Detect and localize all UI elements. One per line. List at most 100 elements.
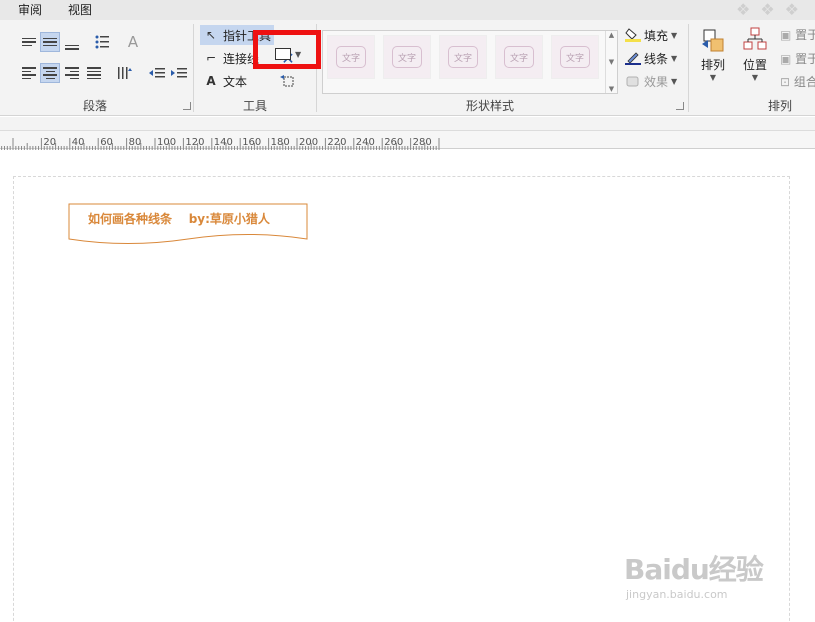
connector-icon: ⌐ (205, 51, 217, 65)
group-divider (688, 24, 689, 112)
position-label: 位置 (742, 58, 767, 72)
watermark-url: jingyan.baidu.com (626, 588, 728, 601)
style-swatch[interactable]: 文字 (439, 35, 487, 79)
bring-forward-button[interactable]: ▣ 置于 (780, 26, 815, 43)
scroll-up-icon[interactable]: ▲ (609, 31, 614, 39)
font-size-icon[interactable]: A (123, 32, 143, 52)
shape-styles-group-label: 形状样式 (465, 99, 514, 113)
watermark-logo: Baidu经验 (624, 553, 764, 586)
line-label: 线条 (644, 51, 669, 66)
paragraph-launcher-icon[interactable] (183, 102, 191, 110)
baidu-watermark: Baidu经验 jingyan.baidu.com (624, 548, 764, 601)
fill-label: 填充 (644, 28, 669, 43)
shape-style-gallery: 文字 文字 文字 文字 文字 ▲ ▼ ▼ (322, 30, 618, 94)
ruler-label: 80 (129, 137, 142, 148)
style-swatch[interactable]: 文字 (383, 35, 431, 79)
position-button[interactable]: 位置 ▼ (737, 26, 773, 82)
send-backward-button[interactable]: ▣ 置于 (780, 50, 815, 67)
effects-button[interactable]: 效果 ▼ (625, 71, 677, 91)
connection-point-icon (280, 75, 294, 87)
paragraph-group-label: 段落 (82, 99, 107, 113)
arrange-icon (699, 26, 727, 56)
align-middle-button[interactable] (40, 32, 60, 52)
group-divider (193, 24, 194, 112)
tab-view[interactable]: 视图 (68, 1, 92, 18)
arrange-group-label: 排列 (767, 99, 792, 113)
align-center-icon (43, 67, 57, 79)
connector-tool-button[interactable]: ⌐ 连接线 (200, 48, 259, 68)
highlight-frame (253, 30, 321, 69)
bullet-list-icon (95, 35, 109, 49)
line-button[interactable]: 线条 ▼ (625, 48, 677, 68)
align-bottom-icon (65, 44, 79, 50)
ribbon-tab-strip: 审阅 视图 ❖❖❖ (0, 0, 815, 20)
ruler-label: 280 (413, 137, 432, 148)
connection-point-button[interactable] (278, 71, 298, 91)
ribbon-bottom-spacer (0, 117, 815, 130)
group-button[interactable]: ⊡ 组合 (780, 73, 815, 90)
justify-icon (87, 67, 101, 79)
gallery-scrollbar[interactable]: ▲ ▼ ▼ (605, 31, 617, 93)
increase-indent-icon (171, 68, 187, 78)
ruler-label: 160 (242, 137, 261, 148)
align-right-button[interactable] (62, 63, 82, 83)
tab-review[interactable]: 审阅 (18, 1, 42, 18)
ruler-label: 180 (271, 137, 290, 148)
justify-button[interactable] (84, 63, 104, 83)
align-left-button[interactable] (19, 63, 39, 83)
align-top-button[interactable] (19, 32, 39, 52)
effects-icon (625, 74, 641, 88)
tools-group-label: 工具 (242, 99, 267, 113)
style-swatch[interactable]: 文字 (327, 35, 375, 79)
horizontal-ruler: 20 40 60 80 100 120 140 160 180 200 220 240 260 280 (0, 130, 815, 150)
text-direction-button[interactable] (115, 63, 135, 83)
ruler-label: 220 (327, 137, 346, 148)
ruler-label: 40 (72, 137, 85, 148)
align-left-icon (22, 67, 36, 79)
bring-forward-icon: ▣ (780, 28, 792, 42)
ruler-label: 260 (384, 137, 403, 148)
ruler-label: 120 (185, 137, 204, 148)
chevron-down-icon: ▼ (671, 76, 678, 86)
position-icon (741, 26, 769, 56)
align-center-button[interactable] (40, 63, 60, 83)
chevron-down-icon: ▼ (671, 53, 678, 63)
chevron-down-icon: ▼ (751, 73, 759, 82)
ruler-ticks: 20 40 60 80 100 120 140 160 180 200 220 240 260 280 (1, 137, 440, 150)
text-tool-button[interactable]: A 文本 (200, 71, 247, 91)
pen-icon (625, 51, 641, 65)
decorative-pattern: ❖❖❖ (735, 0, 809, 19)
arrange-label: 排列 (700, 58, 725, 72)
fill-button[interactable]: 填充 ▼ (625, 25, 677, 45)
gallery-expand-icon[interactable]: ▼ (609, 85, 614, 93)
chevron-down-icon: ▼ (709, 73, 717, 82)
text-direction-icon (118, 67, 132, 79)
ruler-label: 240 (356, 137, 375, 148)
ruler-label: 20 (43, 137, 56, 148)
ruler-label: 100 (157, 137, 176, 148)
group-icon: ⊡ (780, 75, 791, 89)
align-top-icon (22, 37, 36, 47)
ruler-label: 140 (214, 137, 233, 148)
decrease-indent-button[interactable] (147, 63, 167, 83)
align-right-icon (65, 67, 79, 79)
shape-styles-launcher-icon[interactable] (676, 102, 684, 110)
increase-indent-button[interactable] (169, 63, 189, 83)
align-middle-icon (43, 37, 57, 47)
bullets-button[interactable] (92, 32, 112, 52)
ruler-label: 200 (299, 137, 318, 148)
fill-bucket-icon (625, 28, 641, 42)
ribbon: A 段落 ↖ 指针工具 ⌐ 连接线 A 文本 ▼ 工具 文字 文字 文字 文字 … (0, 20, 815, 116)
banner-title: 如何画各种线条 by:草原小猎人 (88, 212, 270, 226)
arrange-button[interactable]: 排列 ▼ (695, 26, 731, 82)
pointer-icon: ↖ (205, 28, 217, 42)
style-swatch[interactable]: 文字 (551, 35, 599, 79)
ruler-label: 60 (100, 137, 113, 148)
align-bottom-button[interactable] (62, 34, 82, 54)
send-backward-icon: ▣ (780, 52, 792, 66)
style-swatch[interactable]: 文字 (495, 35, 543, 79)
scroll-down-icon[interactable]: ▼ (609, 58, 614, 66)
banner-shape[interactable]: 如何画各种线条 by:草原小猎人 (68, 203, 310, 245)
chevron-down-icon: ▼ (671, 30, 678, 40)
text-tool-label: 文本 (223, 74, 248, 89)
